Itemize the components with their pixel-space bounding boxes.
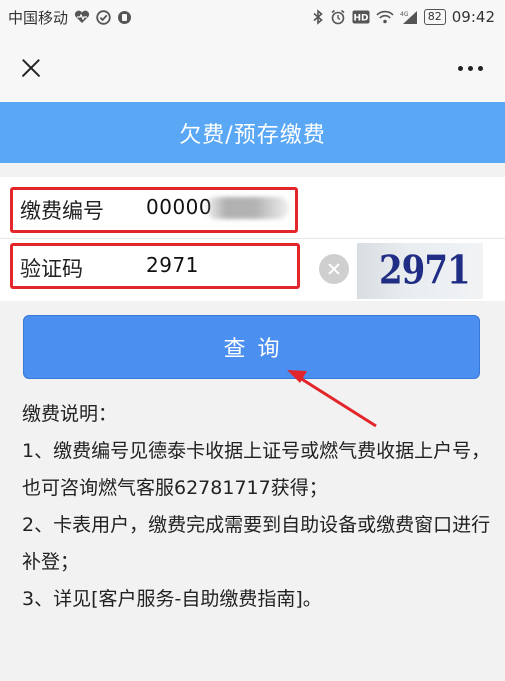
payment-form: 缴费编号 验证码 2971 bbox=[0, 177, 505, 301]
instructions-heading: 缴费说明： bbox=[22, 403, 118, 425]
captcha-label: 验证码 bbox=[20, 257, 83, 281]
page-title-bar: 欠费/预存缴费 bbox=[0, 102, 505, 163]
heart-rate-icon bbox=[74, 10, 90, 23]
svg-text:4G: 4G bbox=[400, 11, 409, 18]
hd-icon: HD bbox=[352, 10, 370, 24]
clock-time: 09:42 bbox=[451, 8, 495, 26]
instruction-item: 1、缴费编号见德泰卡收据上证号或燃气费收据上户号，也可咨询燃气客服6278171… bbox=[22, 440, 491, 499]
captcha-input[interactable] bbox=[146, 253, 296, 277]
status-bar-left: 中国移动 bbox=[8, 7, 132, 28]
captcha-image-text: 2971 bbox=[379, 248, 471, 294]
close-icon[interactable] bbox=[16, 53, 46, 83]
signal-icon: 4G bbox=[400, 10, 417, 24]
status-bar-right: HD 4G 82 09:42 bbox=[312, 8, 495, 26]
status-bar: 中国移动 HD 4G 82 09:42 bbox=[0, 0, 505, 34]
account-number-label: 缴费编号 bbox=[20, 199, 104, 223]
account-number-row: 缴费编号 bbox=[0, 177, 505, 239]
battery-level: 82 bbox=[423, 9, 446, 25]
carrier-name: 中国移动 bbox=[8, 8, 69, 27]
payment-instructions: 缴费说明： 1、缴费编号见德泰卡收据上证号或燃气费收据上户号，也可咨询燃气客服6… bbox=[22, 396, 492, 618]
check-circle-icon bbox=[96, 9, 111, 25]
svg-text:HD: HD bbox=[353, 14, 368, 24]
clear-icon[interactable] bbox=[319, 254, 349, 284]
query-button[interactable]: 查询 bbox=[23, 315, 480, 379]
alarm-icon bbox=[331, 9, 345, 25]
redacted-blur bbox=[205, 197, 289, 219]
wifi-icon bbox=[376, 10, 394, 24]
paw-icon bbox=[118, 10, 132, 24]
captcha-row: 验证码 2971 bbox=[0, 239, 505, 301]
nav-bar bbox=[0, 34, 505, 102]
more-icon[interactable] bbox=[452, 53, 489, 83]
captcha-image[interactable]: 2971 bbox=[357, 243, 483, 299]
instruction-item: 3、详见[客户服务-自助缴费指南]。 bbox=[22, 588, 322, 610]
instruction-item: 2、卡表用户，缴费完成需要到自助设备或缴费窗口进行补登； bbox=[22, 514, 491, 573]
bluetooth-icon bbox=[313, 9, 323, 25]
page-title: 欠费/预存缴费 bbox=[179, 122, 326, 148]
